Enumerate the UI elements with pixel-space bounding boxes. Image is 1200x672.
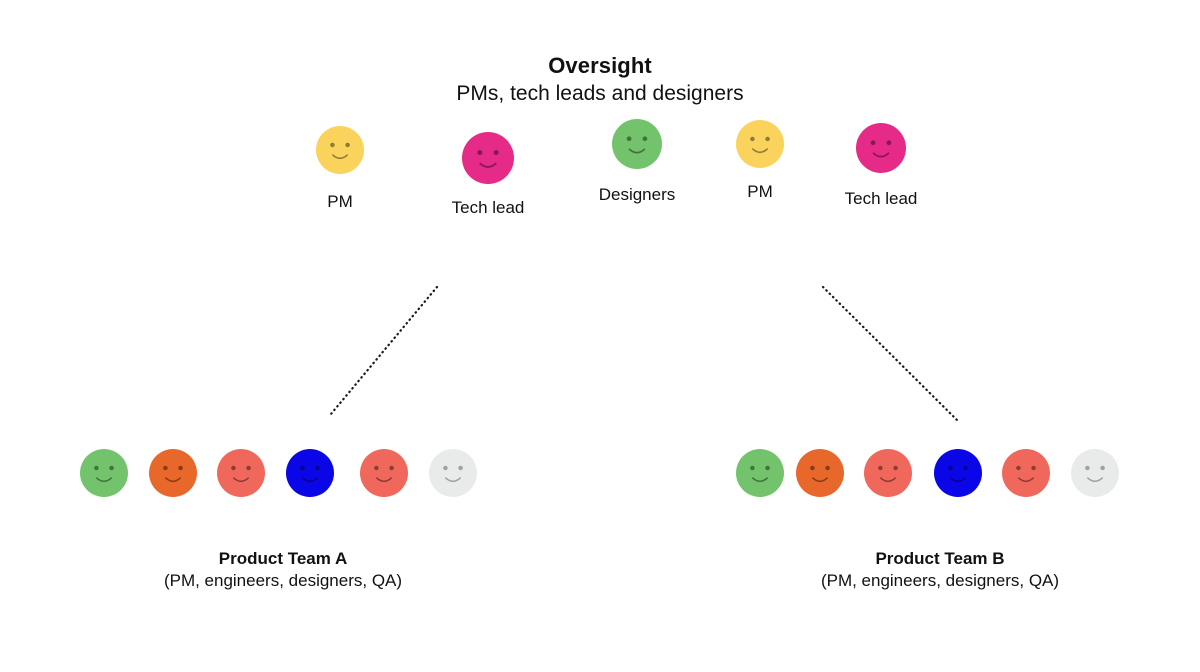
smiley-face-icon xyxy=(1002,449,1050,497)
smiley-face-icon xyxy=(577,119,697,171)
smiley-face-icon xyxy=(1071,449,1119,497)
team-a-connector xyxy=(329,285,439,416)
team-b-member-designer-2[interactable] xyxy=(864,449,912,497)
smiley-face-icon xyxy=(428,132,548,184)
team-b-caption: Product Team B (PM, engineers, designers,… xyxy=(730,548,1150,592)
team-b-member-engineer-0[interactable] xyxy=(736,449,784,497)
oversight-person-label: Tech lead xyxy=(451,198,525,217)
diagram-subtitle: PMs, tech leads and designers xyxy=(456,82,744,105)
team-b-name: Product Team B xyxy=(875,549,1005,568)
team-a-description: (PM, engineers, designers, QA) xyxy=(163,571,403,590)
team-b-members-row xyxy=(0,449,1200,505)
oversight-person-3[interactable]: PM xyxy=(700,120,820,202)
oversight-person-label: Designers xyxy=(598,185,676,204)
smiley-face-icon xyxy=(796,449,844,497)
team-b-connector xyxy=(821,285,960,423)
team-b-member-engineer-4[interactable] xyxy=(1002,449,1050,497)
team-b-member-pm-3[interactable] xyxy=(934,449,982,497)
oversight-person-label: PM xyxy=(747,182,773,201)
oversight-heading: Oversight PMs, tech leads and designers xyxy=(0,52,1200,108)
team-a-caption: Product Team A (PM, engineers, designers,… xyxy=(73,548,493,592)
smiley-face-icon xyxy=(864,449,912,497)
oversight-person-0[interactable]: PM xyxy=(280,126,400,212)
diagram-canvas: Oversight PMs, tech leads and designers … xyxy=(0,0,1200,672)
oversight-person-2[interactable]: Designers xyxy=(577,119,697,205)
oversight-person-label: Tech lead xyxy=(844,189,918,208)
team-b-description: (PM, engineers, designers, QA) xyxy=(820,571,1060,590)
diagram-title: Oversight xyxy=(548,53,652,78)
smiley-face-icon xyxy=(934,449,982,497)
team-a-name: Product Team A xyxy=(218,549,348,568)
team-b-member-engineer-1[interactable] xyxy=(796,449,844,497)
oversight-person-1[interactable]: Tech lead xyxy=(428,132,548,218)
smiley-face-icon xyxy=(821,123,941,175)
smiley-face-icon xyxy=(280,126,400,178)
oversight-person-4[interactable]: Tech lead xyxy=(821,123,941,209)
smiley-face-icon xyxy=(736,449,784,497)
oversight-person-label: PM xyxy=(327,192,353,211)
team-b-member-qa-5[interactable] xyxy=(1071,449,1119,497)
smiley-face-icon xyxy=(700,120,820,172)
